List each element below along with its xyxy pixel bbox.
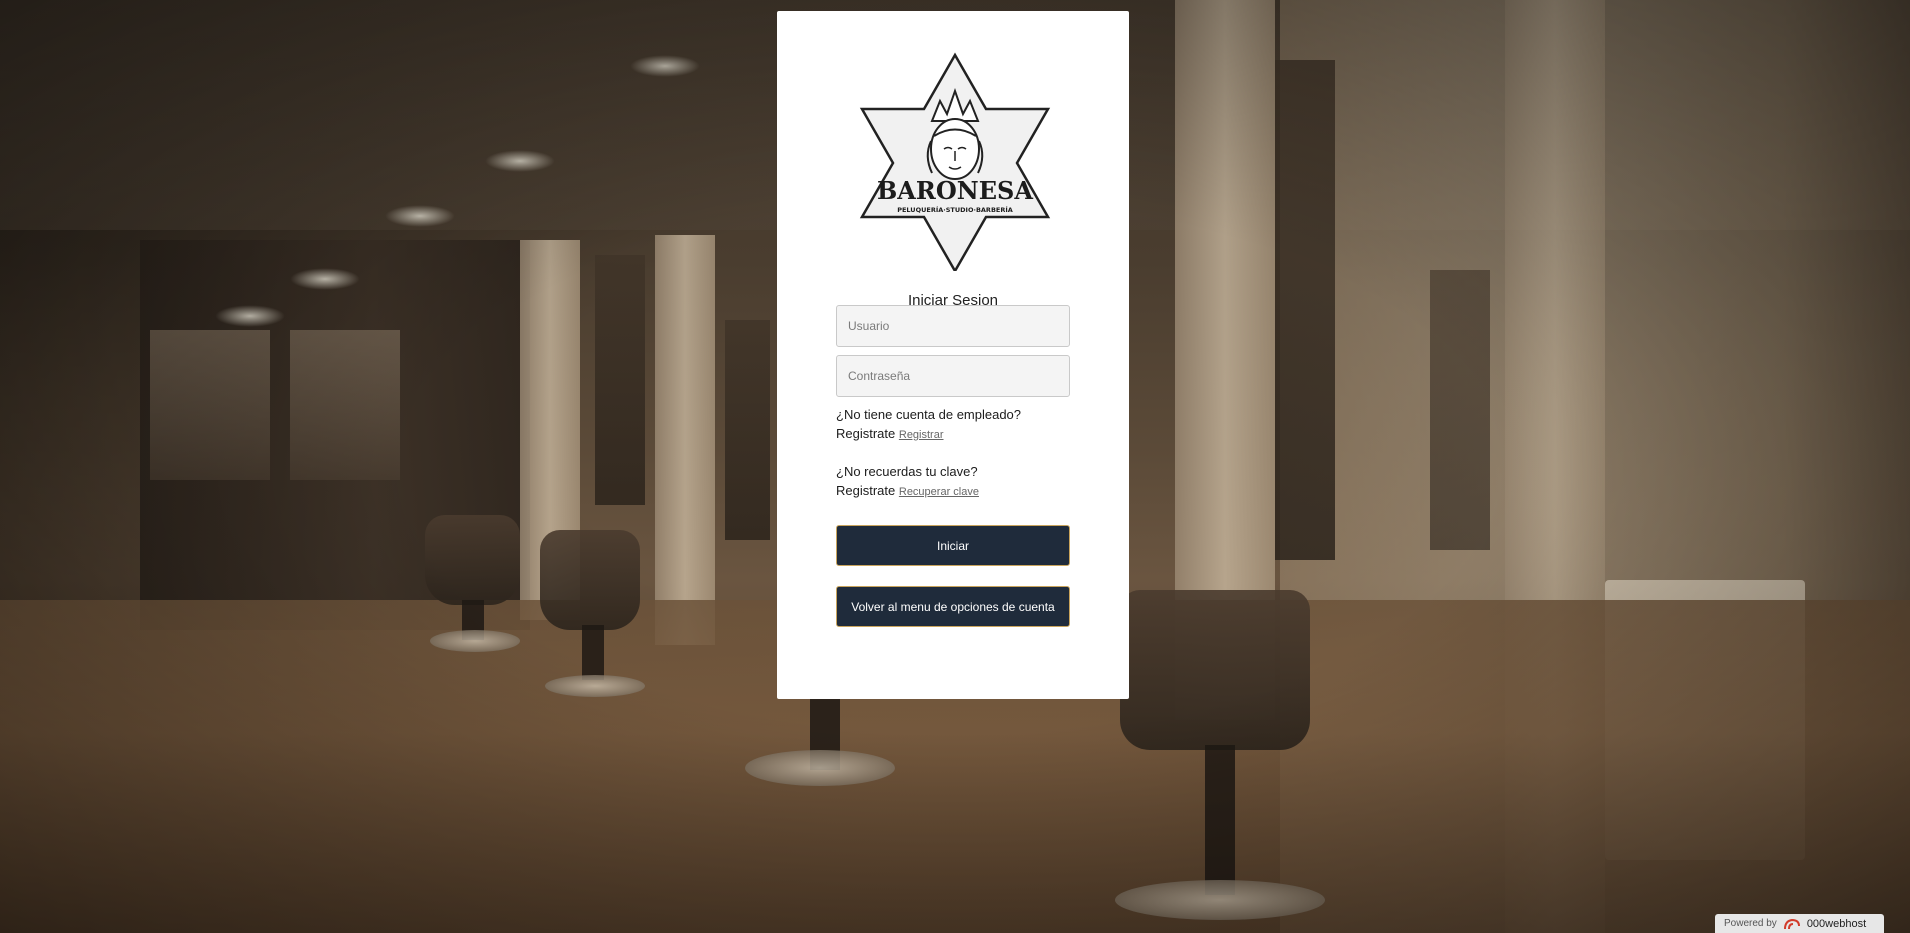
no-account-text: ¿No tiene cuenta de empleado?	[836, 407, 1022, 422]
host-name: 000webhost	[1806, 917, 1867, 930]
back-to-account-menu-button[interactable]: Volver al menu de opciones de cuenta	[836, 586, 1070, 627]
powered-by-text: Powered by	[1724, 918, 1777, 929]
login-card: BARONESA PELUQUERÍA·STUDIO·BARBERÍA Inic…	[777, 11, 1129, 699]
register-link[interactable]: Registrar	[899, 429, 944, 441]
forgot-password-text: ¿No recuerdas tu clave?	[836, 464, 978, 479]
login-button[interactable]: Iniciar	[836, 525, 1070, 566]
register-hint: ¿No tiene cuenta de empleado? Registrate…	[836, 405, 1096, 445]
webhost-logo-icon	[1783, 918, 1800, 929]
logo-tagline: PELUQUERÍA·STUDIO·BARBERÍA	[897, 205, 1013, 214]
recover-hint: ¿No recuerdas tu clave? Registrate Recup…	[836, 462, 1096, 502]
powered-by-badge[interactable]: Powered by 000webhost	[1715, 914, 1884, 933]
username-input[interactable]	[836, 305, 1070, 347]
logo-wordmark: BARONESA PELUQUERÍA·STUDIO·BARBERÍA	[877, 176, 1033, 214]
recover-prefix: Registrate	[836, 483, 896, 498]
register-prefix: Registrate	[836, 426, 896, 441]
password-input[interactable]	[836, 355, 1070, 397]
logo-name: BARONESA	[877, 176, 1033, 205]
baronesa-logo	[859, 52, 1051, 271]
recover-password-link[interactable]: Recuperar clave	[899, 486, 979, 498]
